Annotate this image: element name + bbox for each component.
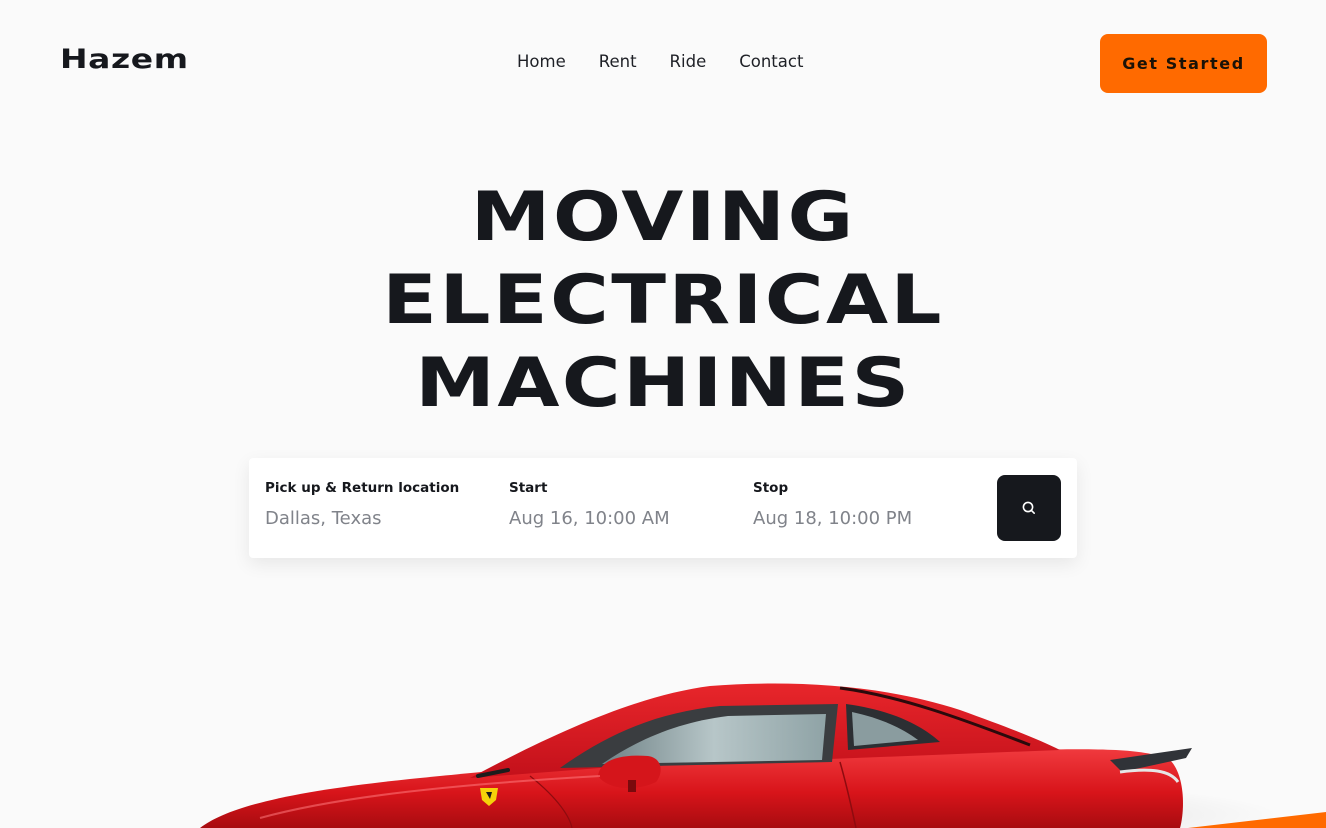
start-label: Start <box>509 480 548 496</box>
nav-rent[interactable]: Rent <box>599 52 637 71</box>
search-button[interactable] <box>997 475 1061 541</box>
hero-line-1: MOVING <box>470 178 856 257</box>
search-icon <box>1022 501 1035 514</box>
stop-input[interactable] <box>753 508 963 529</box>
location-label: Pick up & Return location <box>265 480 460 496</box>
brand-logo[interactable]: Hazem <box>60 44 189 75</box>
location-input[interactable] <box>265 508 475 529</box>
hero-headline: MOVING ELECTRICAL MACHINES <box>0 176 1326 425</box>
get-started-button[interactable]: Get Started <box>1100 34 1267 93</box>
car-image <box>200 683 1326 828</box>
location-field: Pick up & Return location <box>265 480 475 529</box>
booking-search-card: Pick up & Return location Start Stop <box>249 458 1077 558</box>
landing-page: Hazem Home Rent Ride Contact Get Started… <box>0 0 1326 828</box>
hero-line-2: ELECTRICAL <box>382 261 944 340</box>
start-input[interactable] <box>509 508 719 529</box>
start-field: Start <box>509 480 719 529</box>
nav-home[interactable]: Home <box>517 52 566 71</box>
stop-label: Stop <box>753 480 789 496</box>
hero-line-3: MACHINES <box>414 344 912 423</box>
stop-field: Stop <box>753 480 963 529</box>
nav-ride[interactable]: Ride <box>670 52 707 71</box>
nav-contact[interactable]: Contact <box>739 52 803 71</box>
main-nav: Home Rent Ride Contact <box>517 52 803 71</box>
